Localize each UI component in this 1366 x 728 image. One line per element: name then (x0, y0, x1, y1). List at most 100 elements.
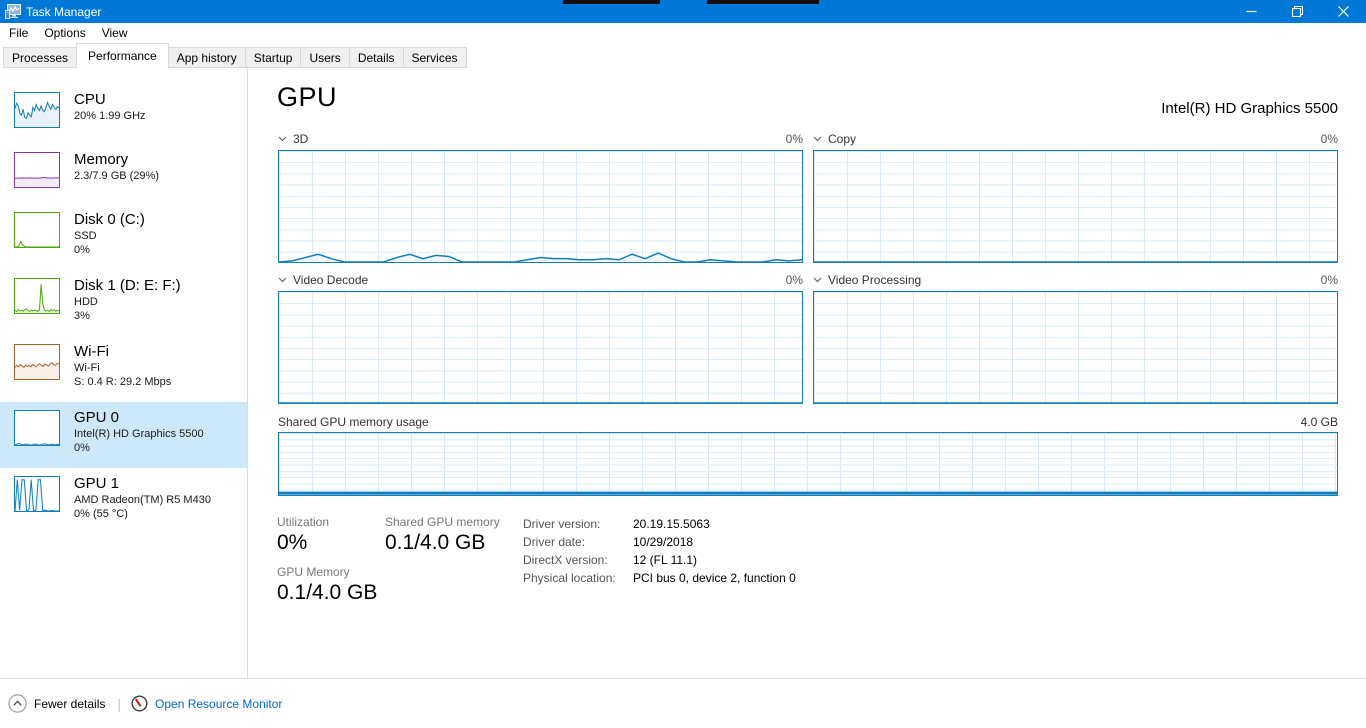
sidebar-item-title: GPU 0 (74, 409, 120, 426)
menubar: File Options View (0, 23, 1366, 43)
restore-icon (1291, 6, 1303, 17)
sidebar-item-cpu[interactable]: CPU 20% 1.99 GHz (0, 84, 247, 144)
gpu-device-name: Intel(R) HD Graphics 5500 (1161, 100, 1338, 117)
sidebar-item-gpu0[interactable]: GPU 0 Intel(R) HD Graphics 5500 0% (0, 402, 247, 468)
sidebar-item-stat: 3% (74, 310, 90, 322)
sidebar-item-type: SSD (74, 230, 97, 242)
sidebar-item-memory[interactable]: Memory 2.3/7.9 GB (29%) (0, 144, 247, 204)
engine-chart-value: 0% (1320, 131, 1338, 146)
task-manager-app-icon (5, 4, 21, 19)
sidebar-item-type: Wi-Fi (74, 362, 100, 374)
sidebar-item-device: Intel(R) HD Graphics 5500 (74, 428, 204, 440)
disk1-mini-chart (14, 278, 60, 314)
titlebar[interactable]: Task Manager (0, 0, 1366, 23)
tab-startup[interactable]: Startup (244, 47, 302, 68)
wifi-mini-chart (14, 344, 60, 380)
minimize-button[interactable] (1228, 0, 1274, 23)
driver-details: Driver version: 20.19.15.5063 Driver dat… (523, 515, 796, 615)
sidebar-item-stat: 0% (55 °C) (74, 508, 128, 520)
fewer-details-label: Fewer details (34, 696, 106, 711)
engine-chart-label: Video Processing (828, 272, 922, 287)
shared-memory-chart-label: Shared GPU memory usage (278, 415, 429, 429)
gpu-memory-value: 0.1/4.0 GB (277, 581, 378, 604)
chevron-down-icon[interactable] (278, 277, 287, 283)
restore-button[interactable] (1274, 0, 1320, 23)
engine-chart-label: Video Decode (293, 272, 369, 287)
screen-artifact (563, 0, 660, 4)
fewer-details-button[interactable]: Fewer details (8, 694, 105, 713)
engine-chart-value: 0% (785, 272, 803, 287)
tab-details[interactable]: Details (348, 47, 404, 68)
gpu-3d-chart (278, 150, 803, 263)
open-resource-monitor-label: Open Resource Monitor (155, 696, 283, 711)
resource-monitor-icon (131, 695, 148, 712)
engine-chart-value: 0% (1320, 272, 1338, 287)
sidebar-item-disk1[interactable]: Disk 1 (D: E: F:) HDD 3% (0, 270, 247, 336)
minimize-icon (1246, 10, 1256, 13)
menu-view[interactable]: View (94, 24, 136, 42)
sidebar-item-device: AMD Radeon(TM) R5 M430 (74, 494, 211, 506)
cpu-mini-chart (14, 92, 60, 128)
detail-label: Driver date: (523, 535, 586, 549)
sidebar-item-title: CPU (74, 91, 106, 108)
shared-memory-chart (278, 432, 1338, 496)
sidebar-item-type: HDD (74, 296, 98, 308)
menu-options[interactable]: Options (36, 24, 93, 42)
page-title: GPU (277, 82, 338, 112)
sidebar-item-stat: S: 0.4 R: 29.2 Mbps (74, 376, 172, 388)
sidebar-item-title: Disk 1 (D: E: F:) (74, 277, 181, 294)
footer-divider: | (117, 695, 122, 712)
tab-services[interactable]: Services (402, 47, 467, 68)
chevron-down-icon[interactable] (813, 136, 822, 142)
sidebar-item-title: Memory (74, 151, 129, 168)
sidebar-item-stat: 2.3/7.9 GB (29%) (74, 170, 159, 182)
sidebar-item-stat: 0% (74, 244, 90, 256)
stat-label: Shared GPU memory (385, 515, 500, 529)
detail-label: Driver version: (523, 517, 601, 531)
directx-version-value: 12 (FL 11.1) (633, 553, 698, 567)
screen-artifact (707, 0, 819, 4)
stat-label: GPU Memory (277, 565, 350, 579)
close-button[interactable] (1320, 0, 1366, 23)
sidebar-item-disk0[interactable]: Disk 0 (C:) SSD 0% (0, 204, 247, 270)
gpu-detail-panel: GPU Intel(R) HD Graphics 5500 3D 0% Copy… (248, 68, 1366, 678)
engine-chart-value: 0% (785, 131, 803, 146)
disk0-mini-chart (14, 212, 60, 248)
stat-label: Utilization (277, 515, 330, 529)
menu-file[interactable]: File (1, 24, 36, 42)
detail-label: DirectX version: (523, 553, 608, 567)
shared-memory-chart-max: 4.0 GB (1300, 415, 1338, 429)
sidebar-item-title: GPU 1 (74, 475, 120, 492)
open-resource-monitor-link[interactable]: Open Resource Monitor (131, 695, 282, 712)
physical-location-value: PCI bus 0, device 2, function 0 (633, 571, 796, 585)
utilization-value: 0% (277, 531, 308, 554)
sidebar-item-gpu1[interactable]: GPU 1 AMD Radeon(TM) R5 M430 0% (55 °C) (0, 468, 247, 534)
tab-performance[interactable]: Performance (76, 43, 169, 68)
tab-processes[interactable]: Processes (3, 47, 78, 68)
detail-label: Physical location: (523, 571, 616, 585)
engine-chart-label: 3D (293, 131, 309, 146)
memory-mini-chart (14, 152, 60, 188)
gpu-video-processing-chart (813, 291, 1338, 404)
tab-users[interactable]: Users (300, 47, 350, 68)
footer-bar: Fewer details | Open Resource Monitor (0, 678, 1366, 728)
sidebar-item-stat: 20% 1.99 GHz (74, 110, 146, 122)
chevron-down-icon[interactable] (278, 136, 287, 142)
chevron-up-circle-icon (8, 694, 27, 713)
window-title: Task Manager (26, 4, 102, 19)
chevron-down-icon[interactable] (813, 277, 822, 283)
sidebar-item-title: Disk 0 (C:) (74, 211, 145, 228)
gpu1-mini-chart (14, 476, 60, 512)
performance-sidebar: CPU 20% 1.99 GHz Memory 2.3/7.9 GB (29%)… (0, 68, 248, 678)
gpu-video-decode-chart (278, 291, 803, 404)
shared-gpu-memory-value: 0.1/4.0 GB (385, 531, 486, 554)
sidebar-item-title: Wi-Fi (74, 343, 109, 360)
gpu-stats: Utilization 0% GPU Memory 0.1/4.0 GB Sha… (277, 515, 796, 615)
gpu0-mini-chart (14, 410, 60, 446)
sidebar-item-wifi[interactable]: Wi-Fi Wi-Fi S: 0.4 R: 29.2 Mbps (0, 336, 247, 402)
close-icon (1337, 6, 1349, 17)
engine-chart-label: Copy (828, 131, 857, 146)
engine-charts: 3D 0% Copy 0% Video Decode 0% Video Proc… (278, 131, 1338, 404)
tab-app-history[interactable]: App history (167, 47, 246, 68)
driver-version-value: 20.19.15.5063 (633, 517, 710, 531)
